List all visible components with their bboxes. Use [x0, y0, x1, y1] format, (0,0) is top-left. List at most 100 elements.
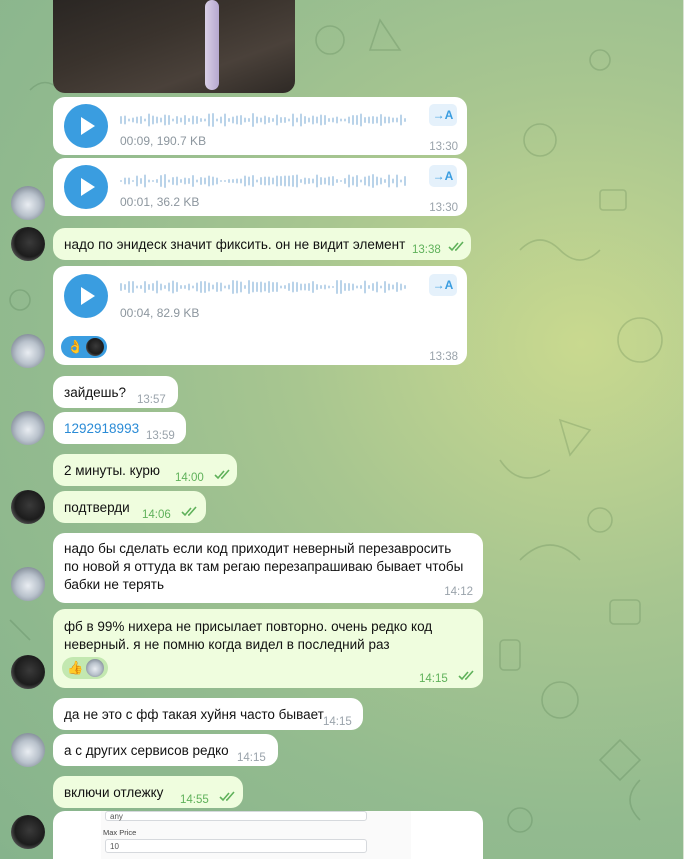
waveform-bar: [156, 179, 158, 183]
message-bubble[interactable]: 1292918993 13:59: [53, 412, 186, 444]
message-bubble[interactable]: зайдешь? 13:57: [53, 376, 178, 408]
waveform-bar: [372, 283, 374, 291]
waveform-bar: [200, 118, 202, 122]
waveform-bar: [184, 177, 186, 185]
reaction-badge[interactable]: 👌: [61, 336, 107, 358]
waveform-bar: [328, 176, 330, 186]
waveform-bar: [396, 282, 398, 292]
waveform-bar: [144, 281, 146, 293]
message-text-line: надо бы сделать если код приходит неверн…: [64, 541, 452, 556]
waveform-bar: [340, 118, 342, 122]
avatar[interactable]: [11, 815, 45, 849]
waveform-bar: [256, 282, 258, 292]
avatar[interactable]: [11, 186, 45, 220]
play-icon[interactable]: [64, 274, 108, 318]
message-text: 2 минуты. курю: [64, 463, 160, 478]
waveform-bar: [212, 113, 214, 127]
waveform-bar: [204, 118, 206, 122]
waveform-bar: [300, 179, 302, 183]
message-link[interactable]: 1292918993: [64, 419, 139, 439]
message-time: 13:59: [146, 430, 175, 442]
waveform-bar: [252, 175, 254, 187]
message-bubble[interactable]: фб в 99% нихера не присылает повторно. о…: [53, 609, 483, 688]
voice-message[interactable]: 00:01, 36.2 KB →A 13:30: [53, 158, 467, 216]
avatar[interactable]: [11, 334, 45, 368]
waveform-bar: [248, 280, 250, 294]
voice-message[interactable]: 00:04, 82.9 KB →A 👌 13:38: [53, 266, 467, 365]
waveform-bar: [172, 177, 174, 185]
waveform-bar: [276, 175, 278, 187]
waveform-bar: [388, 283, 390, 291]
waveform-bar: [136, 116, 138, 124]
waveform-bar: [144, 118, 146, 122]
reaction-badge[interactable]: 👍: [62, 657, 108, 679]
waveform[interactable]: [120, 111, 410, 129]
waveform-bar: [352, 115, 354, 125]
waveform-bar: [324, 115, 326, 125]
screenshot-form: any Max Price 10: [101, 811, 411, 859]
message-time: 13:57: [137, 394, 166, 406]
message-bubble[interactable]: подтверди 14:06: [53, 491, 206, 523]
message-bubble[interactable]: а с других сервисов редко 14:15: [53, 734, 278, 766]
transcribe-button[interactable]: →A: [429, 165, 457, 187]
waveform-bar: [136, 285, 138, 289]
waveform-bar: [236, 178, 238, 184]
waveform-bar: [148, 284, 150, 290]
waveform-bar: [316, 174, 318, 188]
message-bubble[interactable]: надо бы сделать если код приходит неверн…: [53, 533, 483, 603]
message-time: 14:15: [323, 716, 352, 728]
message-bubble[interactable]: да не это с фф такая хуйня часто бывает …: [53, 698, 363, 730]
waveform-bar: [404, 176, 406, 186]
waveform-bar: [396, 174, 398, 188]
message-text-line: по новой я оттуда вк там регаю перезапра…: [64, 559, 464, 574]
waveform[interactable]: [120, 172, 410, 190]
play-icon[interactable]: [64, 165, 108, 209]
waveform-bar: [240, 115, 242, 125]
waveform-bar: [296, 174, 298, 188]
waveform-bar: [264, 282, 266, 292]
avatar[interactable]: [11, 655, 45, 689]
message-bubble[interactable]: включи отлежку 14:55: [53, 776, 243, 808]
transcribe-button[interactable]: →A: [429, 104, 457, 126]
waveform-bar: [228, 118, 230, 122]
avatar[interactable]: [11, 567, 45, 601]
waveform-bar: [216, 118, 218, 122]
waveform-bar: [216, 282, 218, 292]
screenshot-field-value: 10: [105, 839, 367, 853]
avatar[interactable]: [11, 490, 45, 524]
waveform-bar: [212, 176, 214, 186]
message-bubble[interactable]: 2 минуты. курю 14:00: [53, 454, 237, 486]
read-check-icon: [458, 670, 474, 681]
message-time: 14:12: [444, 586, 473, 598]
waveform[interactable]: [120, 278, 410, 296]
waveform-bar: [304, 116, 306, 124]
waveform-bar: [232, 116, 234, 124]
photo-cable-object: [205, 0, 219, 90]
waveform-bar: [316, 284, 318, 290]
message-text: подтверди: [64, 500, 130, 515]
waveform-bar: [148, 179, 150, 183]
message-time: 14:15: [237, 752, 266, 764]
waveform-bar: [188, 118, 190, 122]
waveform-bar: [128, 281, 130, 293]
image-message[interactable]: any Max Price 10: [53, 811, 483, 859]
voice-message[interactable]: 00:09, 190.7 KB →A 13:30: [53, 97, 467, 155]
avatar[interactable]: [11, 227, 45, 261]
avatar[interactable]: [11, 411, 45, 445]
photo-message[interactable]: [53, 0, 295, 93]
waveform-bar: [308, 117, 310, 123]
waveform-bar: [296, 117, 298, 123]
message-text-line: бабки не терять: [64, 577, 164, 592]
avatar[interactable]: [11, 733, 45, 767]
waveform-bar: [320, 285, 322, 289]
transcribe-button[interactable]: →A: [429, 274, 457, 296]
message-bubble[interactable]: надо по энидеск значит фиксить. он не ви…: [53, 228, 471, 260]
waveform-bar: [324, 284, 326, 290]
waveform-bar: [368, 116, 370, 124]
waveform-bar: [220, 180, 222, 182]
waveform-bar: [244, 285, 246, 289]
waveform-bar: [380, 285, 382, 289]
read-check-icon: [448, 241, 464, 252]
waveform-bar: [368, 285, 370, 289]
play-icon[interactable]: [64, 104, 108, 148]
